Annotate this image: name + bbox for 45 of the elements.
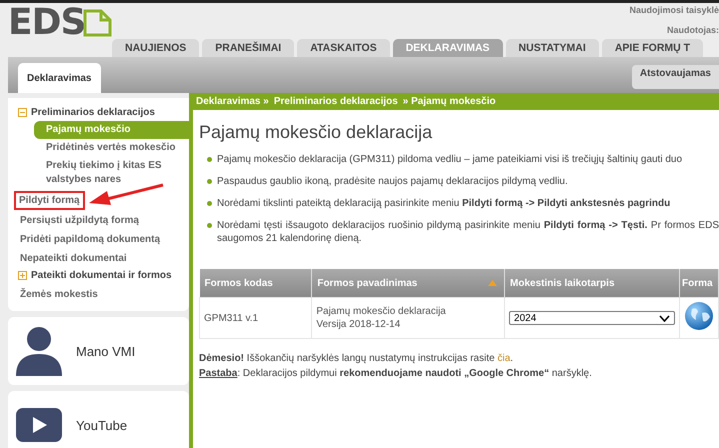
sidebar-card[interactable]: YouTube: [8, 391, 189, 448]
here-link[interactable]: čia: [497, 353, 510, 364]
expand-toggle-icon[interactable]: [18, 271, 27, 280]
info-text: Norėdami tikslinti pateiktą deklaraciją pasirinkite meniu Pildyti formą -> Pildyti ankstesnės pagrindu: [217, 197, 670, 210]
globe-icon[interactable]: [684, 301, 714, 331]
nav-tab[interactable]: PRANEŠIMAI: [202, 39, 294, 57]
column-header[interactable]: Formos pavadinimas: [312, 269, 505, 298]
remark-note: Pastaba: Deklaracijos pildymui rekomenduojame naudoti „Google Chrome“ naršyklę.: [199, 368, 593, 379]
sidebar-item[interactable]: Nepateikti dokumentai: [18, 250, 129, 267]
sidebar-item[interactable]: Pildyti formą: [14, 191, 85, 210]
sidebar-subitem[interactable]: Prekių tiekimo į kitas ES valstybes nares: [34, 157, 189, 189]
info-text: Paspaudus gaublio ikoną, pradėsite naujos pajamų deklaracijos pildymą vedliu.: [217, 175, 568, 188]
form-version: Versija 2018-12-14: [316, 318, 402, 331]
sidebar-item[interactable]: Persiųsti užpildytą formą: [18, 212, 141, 229]
sidebar-group[interactable]: Pateikti dokumentai ir formos: [29, 267, 174, 284]
column-header[interactable]: Mokestinis laikotarpis: [504, 269, 680, 298]
form-name: Pajamų mokesčio deklaracija: [316, 305, 447, 318]
sidebar-subitem[interactable]: Pridėtinės vertės mokesčio: [34, 139, 189, 157]
card-label: Mano VMI: [76, 344, 136, 358]
represented-dropdown[interactable]: Atstovaujamas: [632, 65, 719, 89]
sidebar-card[interactable]: Mano VMI: [8, 317, 189, 385]
chevron-icon: [659, 314, 670, 322]
info-text: Norėdami tęsti išsaugoto deklaracijos ruošinio pildymą pasirinkite meniu Pildyti formą -> Tęsti. Pr formos EDS saugomos 21 kalendorinę dieną.: [217, 219, 719, 245]
expand-toggle-icon[interactable]: [18, 108, 27, 117]
nav-tab[interactable]: NUSTATYMAI: [506, 39, 599, 57]
nav-tab[interactable]: APIE FORMŲ T: [602, 39, 704, 57]
info-text: Pajamų mokesčio deklaracija (GPM311) pildoma vedliu – jame pateikiami visi iš trečiųjų šaltinių gauti duo: [217, 153, 682, 166]
header-link[interactable]: Naudojimosi taisyklė: [629, 5, 719, 15]
sidebar-item[interactable]: Pridėti papildomą dokumentą: [18, 231, 162, 248]
nav-tab[interactable]: ATASKAITOS: [297, 39, 390, 57]
nav-tab[interactable]: NAUJIENOS: [112, 39, 200, 57]
play-icon: [16, 408, 62, 442]
column-header[interactable]: Formos kodas: [200, 269, 312, 298]
sidebar-item[interactable]: Žemės mokestis: [18, 286, 100, 303]
document-icon: [83, 7, 114, 37]
sidebar-group[interactable]: Preliminarios deklaracijos: [29, 104, 157, 121]
sub-tab[interactable]: Deklaravimas: [18, 63, 100, 93]
card-label: YouTube: [76, 418, 128, 432]
logo-text: EDS: [8, 3, 86, 43]
page-title: Pajamų mokesčio deklaracija: [199, 122, 434, 143]
period-select[interactable]: 2024: [509, 311, 675, 325]
header-link[interactable]: Naudotojas:: [666, 25, 719, 35]
warning-note: Dėmesio! Iššokančių naršyklės langų nustatymų instrukcijas rasite čia.: [199, 353, 514, 364]
person-icon: [16, 326, 62, 376]
table-cell: GPM311 v.1: [200, 298, 312, 338]
